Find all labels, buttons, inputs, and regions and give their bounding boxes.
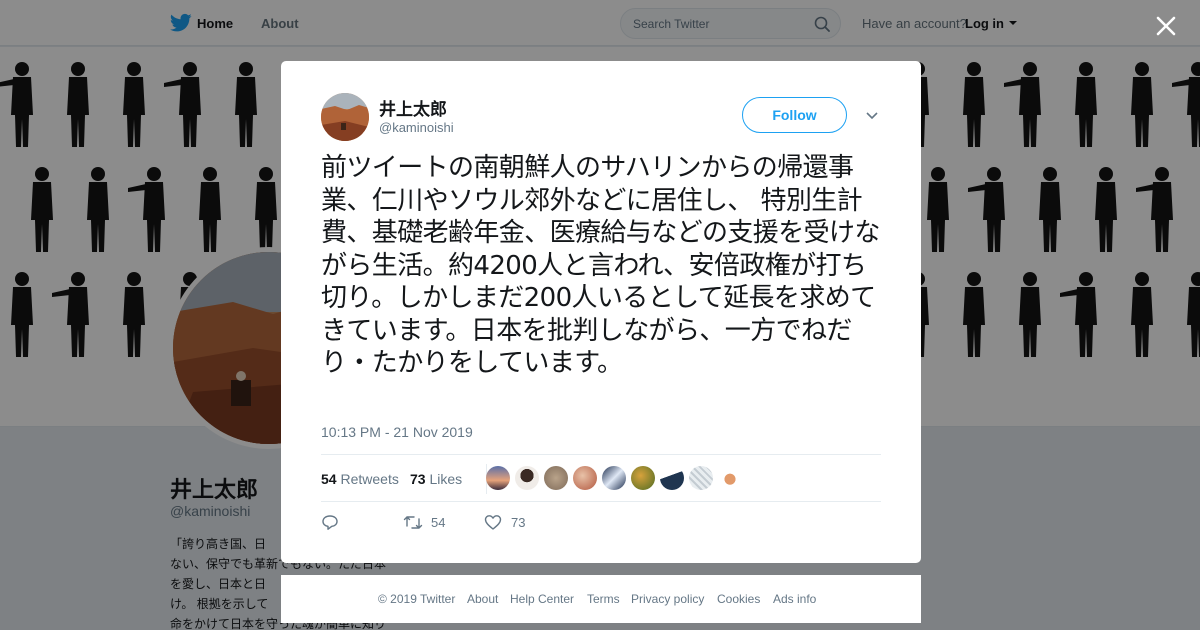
chevron-down-icon[interactable]: [865, 111, 879, 121]
author-avatar[interactable]: [321, 93, 369, 141]
reply-icon: [322, 515, 338, 530]
retweets-label: Retweets: [340, 471, 399, 487]
liker-avatar[interactable]: [631, 466, 655, 490]
retweet-count: 54: [431, 515, 446, 530]
tweet-modal: 井上太郎 @kaminoishi Follow 前ツイートの南朝鮮人のサハリンか…: [281, 61, 921, 563]
footer-ads-link[interactable]: Ads info: [773, 592, 816, 606]
footer-terms-link[interactable]: Terms: [587, 592, 620, 606]
retweets-count: 54: [321, 471, 337, 487]
tweet-text: 前ツイートの南朝鮮人のサハリンからの帰還事業、仁川やソウル郊外などに居住し、 特…: [321, 153, 880, 378]
like-count: 73: [511, 515, 526, 530]
liker-avatar[interactable]: [689, 466, 713, 490]
follow-button[interactable]: Follow: [742, 97, 847, 133]
footer-help-link[interactable]: Help Center: [510, 592, 574, 606]
author-name[interactable]: 井上太郎: [379, 95, 447, 120]
tweet-actions: 54 73: [321, 511, 881, 535]
likes-stat[interactable]: 73 Likes: [410, 471, 462, 487]
liker-avatar[interactable]: [718, 466, 742, 490]
liker-avatar[interactable]: [486, 466, 510, 490]
liker-avatar[interactable]: [515, 466, 539, 490]
liker-avatar[interactable]: [544, 466, 568, 490]
heart-icon: [484, 515, 502, 530]
author-handle[interactable]: @kaminoishi: [379, 120, 454, 135]
tweet-timestamp[interactable]: 10:13 PM - 21 Nov 2019: [321, 424, 473, 440]
like-button[interactable]: 73: [484, 511, 544, 535]
retweets-stat[interactable]: 54 Retweets: [321, 471, 399, 487]
footer-cookies-link[interactable]: Cookies: [717, 592, 760, 606]
tweet-stats: 54 Retweets 73 Likes: [321, 454, 881, 502]
liker-avatar[interactable]: [660, 466, 684, 490]
retweet-icon: [403, 516, 423, 529]
retweet-button[interactable]: 54: [403, 511, 463, 535]
footer-privacy-link[interactable]: Privacy policy: [631, 592, 704, 606]
footer-about-link[interactable]: About: [467, 592, 498, 606]
close-icon[interactable]: [1152, 12, 1180, 40]
likes-label: Likes: [429, 471, 463, 487]
liker-avatar[interactable]: [573, 466, 597, 490]
reply-button[interactable]: [321, 511, 361, 535]
likes-count: 73: [410, 471, 426, 487]
liker-avatar[interactable]: [602, 466, 626, 490]
footer-copyright[interactable]: © 2019 Twitter: [378, 592, 455, 606]
footer: © 2019 Twitter About Help Center Terms P…: [281, 575, 921, 623]
